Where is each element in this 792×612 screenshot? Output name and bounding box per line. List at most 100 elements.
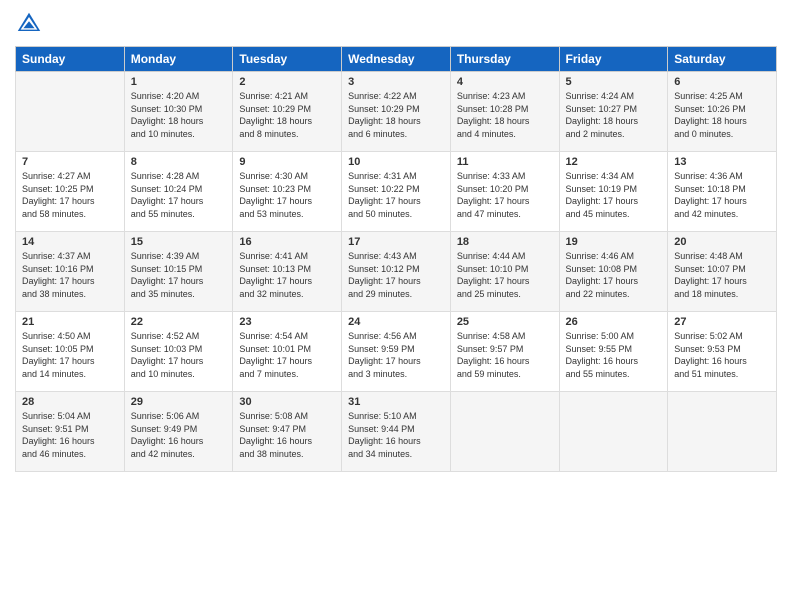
day-number: 8 xyxy=(131,156,227,168)
day-number: 13 xyxy=(674,156,770,168)
day-cell xyxy=(559,392,668,472)
day-info: Sunrise: 4:27 AM Sunset: 10:25 PM Daylig… xyxy=(22,170,118,220)
day-number: 27 xyxy=(674,316,770,328)
day-number: 10 xyxy=(348,156,444,168)
day-cell: 28 Sunrise: 5:04 AM Sunset: 9:51 PM Dayli… xyxy=(16,392,125,472)
col-header-wednesday: Wednesday xyxy=(342,47,451,72)
day-info: Sunrise: 4:58 AM Sunset: 9:57 PM Dayligh… xyxy=(457,330,553,380)
day-info: Sunrise: 5:08 AM Sunset: 9:47 PM Dayligh… xyxy=(239,410,335,460)
day-number: 18 xyxy=(457,236,553,248)
day-cell: 19 Sunrise: 4:46 AM Sunset: 10:08 PM Dayl… xyxy=(559,232,668,312)
day-number: 25 xyxy=(457,316,553,328)
day-cell: 27Sunrise: 5:02 AM Sunset: 9:53 PM Dayli… xyxy=(668,312,777,392)
day-info: Sunrise: 4:44 AM Sunset: 10:10 PM Daylig… xyxy=(457,250,553,300)
day-cell: 20Sunrise: 4:48 AM Sunset: 10:07 PM Dayl… xyxy=(668,232,777,312)
day-cell: 3 Sunrise: 4:22 AM Sunset: 10:29 PM Dayli… xyxy=(342,72,451,152)
day-info: Sunrise: 5:10 AM Sunset: 9:44 PM Dayligh… xyxy=(348,410,444,460)
day-cell: 6 Sunrise: 4:25 AM Sunset: 10:26 PM Dayli… xyxy=(668,72,777,152)
day-number: 3 xyxy=(348,76,444,88)
day-number: 29 xyxy=(131,396,227,408)
day-info: Sunrise: 4:24 AM Sunset: 10:27 PM Daylig… xyxy=(566,90,662,140)
day-info: Sunrise: 4:22 AM Sunset: 10:29 PM Daylig… xyxy=(348,90,444,140)
day-cell: 31 Sunrise: 5:10 AM Sunset: 9:44 PM Dayli… xyxy=(342,392,451,472)
day-number: 15 xyxy=(131,236,227,248)
day-info: Sunrise: 4:36 AM Sunset: 10:18 PM Daylig… xyxy=(674,170,770,220)
day-cell: 24 Sunrise: 4:56 AM Sunset: 9:59 PM Dayli… xyxy=(342,312,451,392)
week-row-3: 14 Sunrise: 4:37 AM Sunset: 10:16 PM Dayl… xyxy=(16,232,777,312)
day-info: Sunrise: 4:34 AM Sunset: 10:19 PM Daylig… xyxy=(566,170,662,220)
logo xyxy=(15,10,47,38)
day-info: Sunrise: 4:20 AM Sunset: 10:30 PM Daylig… xyxy=(131,90,227,140)
day-number: 16 xyxy=(239,236,335,248)
day-number: 19 xyxy=(566,236,662,248)
day-info: Sunrise: 4:50 AM Sunset: 10:05 PM Daylig… xyxy=(22,330,118,380)
day-cell: 11 Sunrise: 4:33 AM Sunset: 10:20 PM Dayl… xyxy=(450,152,559,232)
day-cell: 12Sunrise: 4:34 AM Sunset: 10:19 PM Dayl… xyxy=(559,152,668,232)
day-number: 11 xyxy=(457,156,553,168)
day-cell: 10 Sunrise: 4:31 AM Sunset: 10:22 PM Dayl… xyxy=(342,152,451,232)
week-row-5: 28 Sunrise: 5:04 AM Sunset: 9:51 PM Dayli… xyxy=(16,392,777,472)
day-cell: 14 Sunrise: 4:37 AM Sunset: 10:16 PM Dayl… xyxy=(16,232,125,312)
col-header-tuesday: Tuesday xyxy=(233,47,342,72)
day-info: Sunrise: 5:00 AM Sunset: 9:55 PM Dayligh… xyxy=(566,330,662,380)
day-info: Sunrise: 4:41 AM Sunset: 10:13 PM Daylig… xyxy=(239,250,335,300)
day-cell: 22 Sunrise: 4:52 AM Sunset: 10:03 PM Dayl… xyxy=(124,312,233,392)
day-number: 4 xyxy=(457,76,553,88)
day-number: 2 xyxy=(239,76,335,88)
day-info: Sunrise: 4:28 AM Sunset: 10:24 PM Daylig… xyxy=(131,170,227,220)
day-info: Sunrise: 4:52 AM Sunset: 10:03 PM Daylig… xyxy=(131,330,227,380)
day-number: 31 xyxy=(348,396,444,408)
col-header-thursday: Thursday xyxy=(450,47,559,72)
day-number: 6 xyxy=(674,76,770,88)
day-cell: 25 Sunrise: 4:58 AM Sunset: 9:57 PM Dayli… xyxy=(450,312,559,392)
day-cell xyxy=(16,72,125,152)
day-number: 30 xyxy=(239,396,335,408)
col-header-sunday: Sunday xyxy=(16,47,125,72)
day-number: 14 xyxy=(22,236,118,248)
week-row-2: 7Sunrise: 4:27 AM Sunset: 10:25 PM Dayli… xyxy=(16,152,777,232)
day-cell xyxy=(450,392,559,472)
logo-icon xyxy=(15,10,43,38)
day-info: Sunrise: 4:30 AM Sunset: 10:23 PM Daylig… xyxy=(239,170,335,220)
day-cell: 15 Sunrise: 4:39 AM Sunset: 10:15 PM Dayl… xyxy=(124,232,233,312)
day-cell: 26 Sunrise: 5:00 AM Sunset: 9:55 PM Dayli… xyxy=(559,312,668,392)
header-row: SundayMondayTuesdayWednesdayThursdayFrid… xyxy=(16,47,777,72)
day-cell: 8 Sunrise: 4:28 AM Sunset: 10:24 PM Dayli… xyxy=(124,152,233,232)
day-cell: 30 Sunrise: 5:08 AM Sunset: 9:47 PM Dayli… xyxy=(233,392,342,472)
day-info: Sunrise: 4:46 AM Sunset: 10:08 PM Daylig… xyxy=(566,250,662,300)
day-cell: 23 Sunrise: 4:54 AM Sunset: 10:01 PM Dayl… xyxy=(233,312,342,392)
day-cell: 29 Sunrise: 5:06 AM Sunset: 9:49 PM Dayli… xyxy=(124,392,233,472)
day-info: Sunrise: 4:37 AM Sunset: 10:16 PM Daylig… xyxy=(22,250,118,300)
page-header xyxy=(15,10,777,38)
day-info: Sunrise: 4:39 AM Sunset: 10:15 PM Daylig… xyxy=(131,250,227,300)
day-cell: 5 Sunrise: 4:24 AM Sunset: 10:27 PM Dayli… xyxy=(559,72,668,152)
day-cell: 9 Sunrise: 4:30 AM Sunset: 10:23 PM Dayli… xyxy=(233,152,342,232)
day-cell: 17Sunrise: 4:43 AM Sunset: 10:12 PM Dayl… xyxy=(342,232,451,312)
day-number: 20 xyxy=(674,236,770,248)
day-info: Sunrise: 4:33 AM Sunset: 10:20 PM Daylig… xyxy=(457,170,553,220)
day-cell: 18 Sunrise: 4:44 AM Sunset: 10:10 PM Dayl… xyxy=(450,232,559,312)
week-row-4: 21Sunrise: 4:50 AM Sunset: 10:05 PM Dayl… xyxy=(16,312,777,392)
day-number: 26 xyxy=(566,316,662,328)
day-number: 23 xyxy=(239,316,335,328)
day-number: 9 xyxy=(239,156,335,168)
day-cell: 4Sunrise: 4:23 AM Sunset: 10:28 PM Dayli… xyxy=(450,72,559,152)
day-cell: 2Sunrise: 4:21 AM Sunset: 10:29 PM Dayli… xyxy=(233,72,342,152)
col-header-friday: Friday xyxy=(559,47,668,72)
day-number: 28 xyxy=(22,396,118,408)
day-info: Sunrise: 4:31 AM Sunset: 10:22 PM Daylig… xyxy=(348,170,444,220)
day-number: 17 xyxy=(348,236,444,248)
day-info: Sunrise: 5:06 AM Sunset: 9:49 PM Dayligh… xyxy=(131,410,227,460)
day-info: Sunrise: 4:25 AM Sunset: 10:26 PM Daylig… xyxy=(674,90,770,140)
day-cell: 21Sunrise: 4:50 AM Sunset: 10:05 PM Dayl… xyxy=(16,312,125,392)
day-info: Sunrise: 4:56 AM Sunset: 9:59 PM Dayligh… xyxy=(348,330,444,380)
calendar-table: SundayMondayTuesdayWednesdayThursdayFrid… xyxy=(15,46,777,472)
day-number: 5 xyxy=(566,76,662,88)
day-number: 24 xyxy=(348,316,444,328)
day-cell: 1Sunrise: 4:20 AM Sunset: 10:30 PM Dayli… xyxy=(124,72,233,152)
day-number: 22 xyxy=(131,316,227,328)
day-cell: 7Sunrise: 4:27 AM Sunset: 10:25 PM Dayli… xyxy=(16,152,125,232)
day-info: Sunrise: 5:04 AM Sunset: 9:51 PM Dayligh… xyxy=(22,410,118,460)
day-cell: 16 Sunrise: 4:41 AM Sunset: 10:13 PM Dayl… xyxy=(233,232,342,312)
day-info: Sunrise: 4:54 AM Sunset: 10:01 PM Daylig… xyxy=(239,330,335,380)
